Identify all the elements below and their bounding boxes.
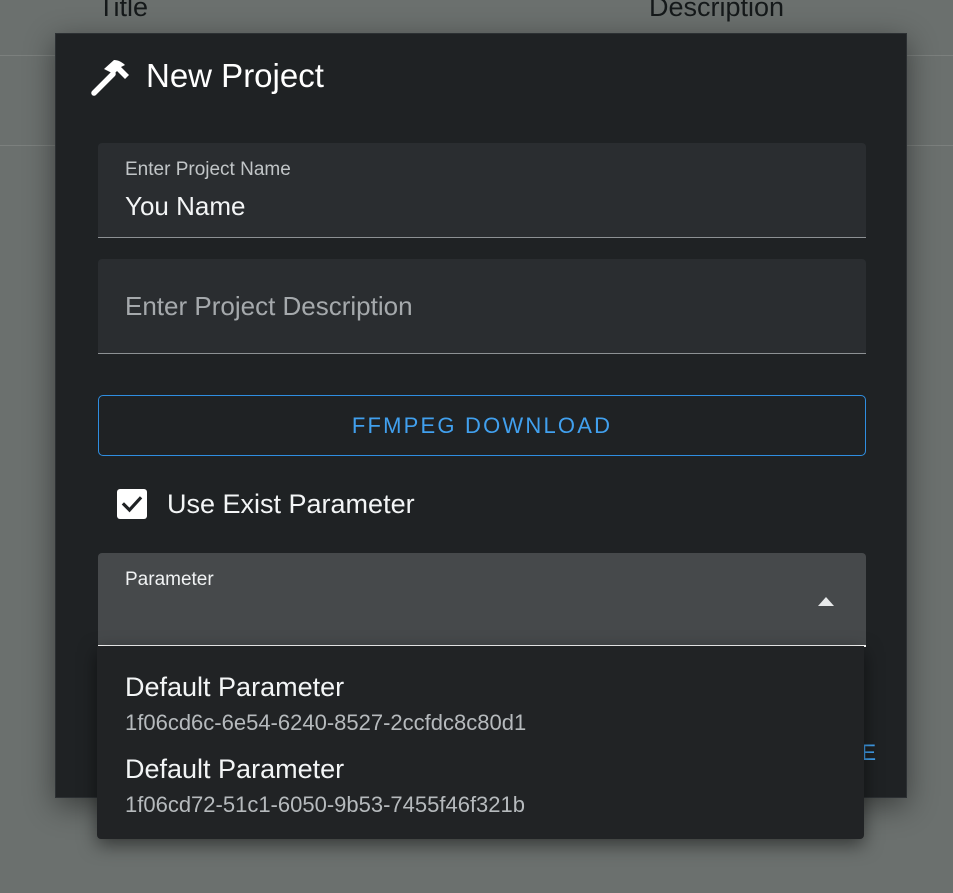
dialog-title: New Project [88,54,324,98]
checkmark-icon [121,496,143,513]
parameter-option-title: Default Parameter [125,754,345,784]
project-description-field[interactable]: Enter Project Description [98,259,866,354]
use-exist-parameter-row[interactable]: Use Exist Parameter [117,487,415,521]
parameter-dropdown-menu: Default Parameter 1f06cd6c-6e54-6240-852… [97,646,864,839]
column-header-description: Description [649,0,785,22]
use-exist-parameter-checkbox[interactable] [117,489,147,519]
project-description-placeholder: Enter Project Description [125,291,413,321]
project-name-field[interactable]: Enter Project Name You Name [98,143,866,238]
parameter-option-id: 1f06cd6c-6e54-6240-8527-2ccfdc8c80d1 [125,710,527,735]
parameter-option-title: Default Parameter [125,672,345,702]
parameter-select[interactable]: Parameter [98,553,866,647]
project-name-label: Enter Project Name [125,159,291,180]
dialog-title-text: New Project [146,57,324,94]
parameter-option[interactable]: Default Parameter 1f06cd6c-6e54-6240-852… [97,660,864,742]
caret-up-icon [818,597,834,606]
parameter-select-label: Parameter [125,569,214,590]
parameter-option[interactable]: Default Parameter 1f06cd72-51c1-6050-9b5… [97,742,864,824]
project-name-value[interactable]: You Name [125,191,245,222]
parameter-option-id: 1f06cd72-51c1-6050-9b53-7455f46f321b [125,792,525,817]
use-exist-parameter-label: Use Exist Parameter [167,488,415,519]
hammer-icon [91,60,129,96]
ffmpeg-download-button[interactable]: FFMPEG DOWNLOAD [98,395,866,456]
column-header-title: Title [98,0,149,22]
